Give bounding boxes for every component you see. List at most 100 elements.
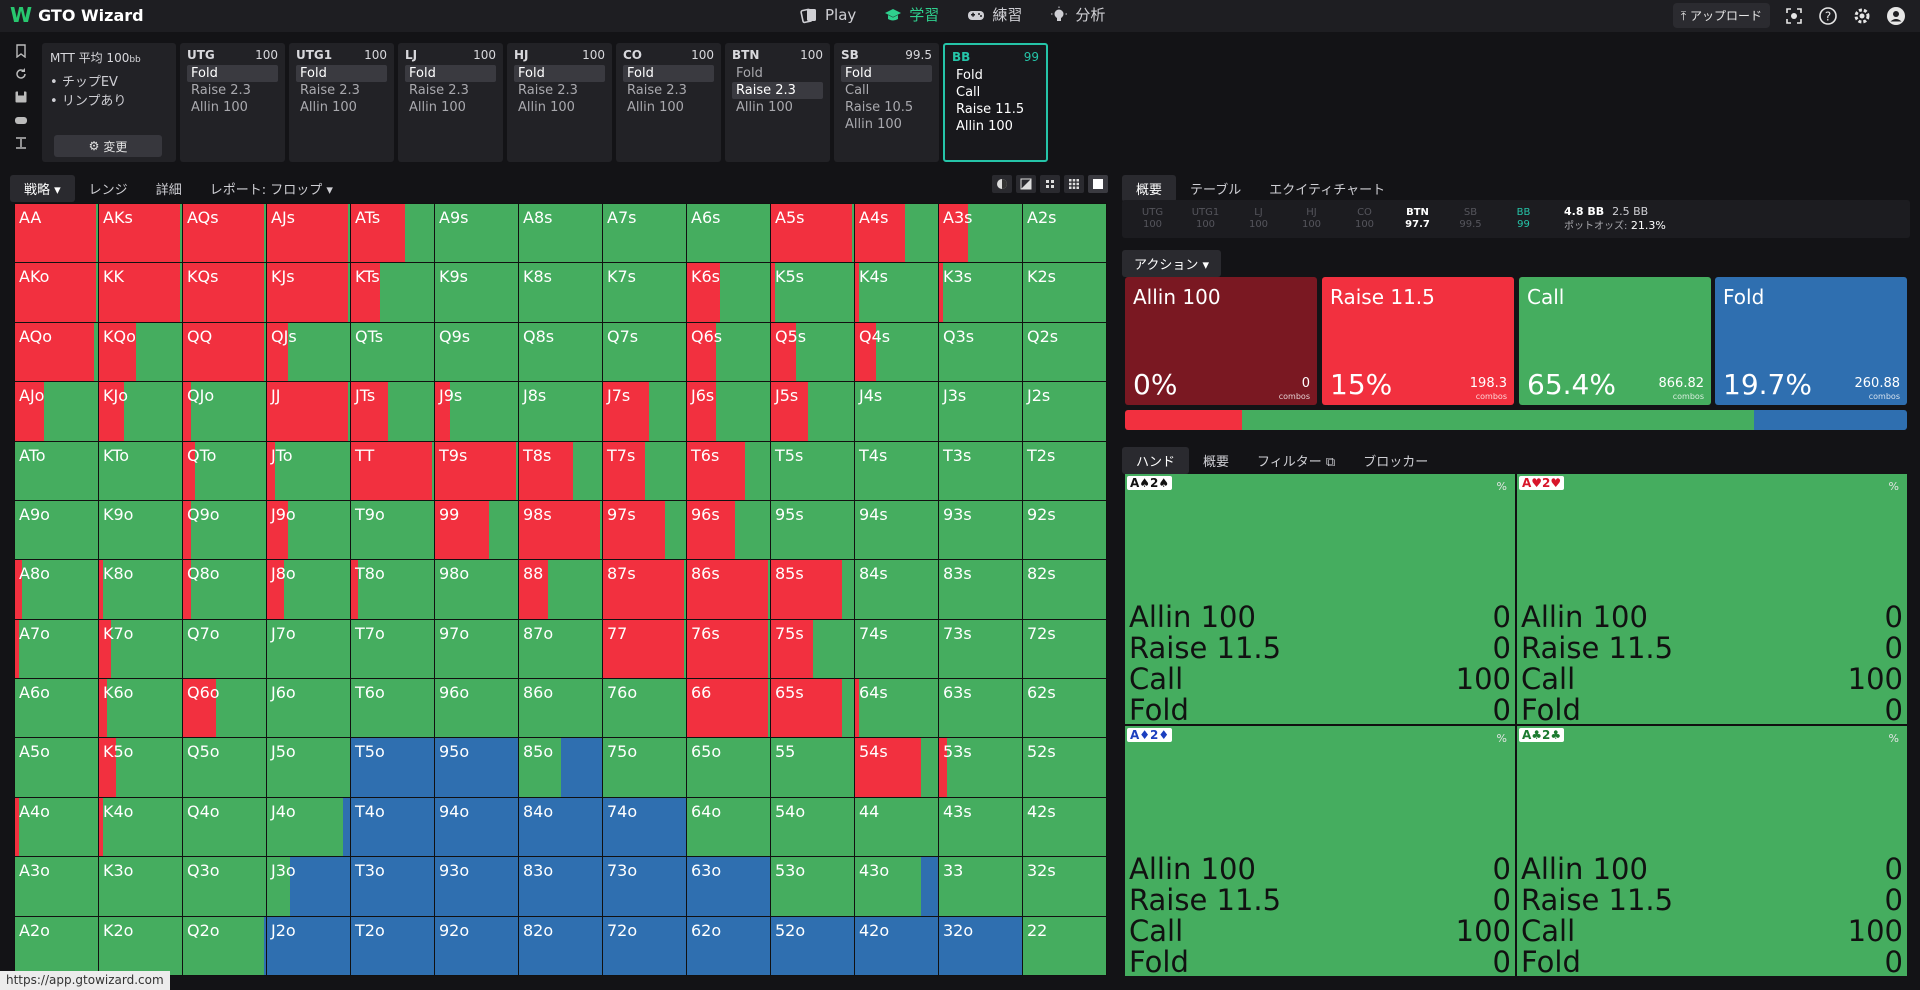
hand-cell[interactable]: Q8o (183, 560, 266, 619)
position-card-co[interactable]: CO 100 Fold Raise 2.3 Allin 100 (616, 43, 721, 162)
hand-cell[interactable]: 62o (687, 916, 770, 975)
hand-cell[interactable]: A9o (15, 500, 98, 560)
position-action[interactable]: Allin 100 (623, 99, 714, 116)
hand-cell[interactable]: K9o (99, 500, 182, 560)
hand-cell[interactable]: 66 (687, 679, 770, 738)
hand-cell[interactable]: A9s (435, 204, 518, 263)
hand-cell[interactable]: J9s (435, 382, 518, 441)
hand-cell[interactable]: AQs (183, 204, 266, 263)
position-action[interactable]: Fold (405, 65, 496, 82)
tab-table[interactable]: テーブル (1176, 175, 1255, 202)
position-action[interactable]: Call (841, 82, 932, 99)
hand-cell[interactable]: J2s (1023, 382, 1106, 441)
hand-cell[interactable]: JTo (267, 441, 350, 500)
logo[interactable]: W GTO Wizard (10, 5, 144, 25)
hand-cell[interactable]: 52o (771, 916, 854, 975)
position-action[interactable]: Allin 100 (952, 118, 1039, 135)
hand-cell[interactable]: 86s (687, 560, 770, 619)
hand-cell[interactable]: J2o (267, 916, 350, 975)
hand-cell[interactable]: K7o (99, 619, 182, 679)
hand-cell[interactable]: 33 (939, 857, 1022, 916)
hand-cell[interactable]: 53o (771, 857, 854, 916)
action-card[interactable]: Allin 100 0% 0 combos (1125, 277, 1317, 405)
hand-cell[interactable]: Q9s (435, 322, 518, 382)
hand-cell[interactable]: 96s (687, 500, 770, 560)
hand-cell[interactable]: T2s (1023, 441, 1106, 500)
hand-cell[interactable]: Q8s (519, 322, 602, 382)
grid-icon[interactable] (1064, 175, 1084, 193)
tab-hands[interactable]: ハンド (1122, 447, 1190, 474)
hand-cell[interactable]: QTo (183, 441, 266, 500)
hand-cell[interactable]: T5o (351, 738, 434, 797)
gamepad-icon[interactable] (14, 113, 28, 127)
hand-cell[interactable]: 44 (855, 797, 938, 857)
hand-cell[interactable]: 42s (1023, 797, 1106, 857)
hand-cell[interactable]: Q5s (771, 322, 854, 382)
hand-cell[interactable]: 63s (939, 679, 1022, 738)
hand-cell[interactable]: A3s (939, 204, 1022, 263)
hand-cell[interactable]: A6s (687, 204, 770, 263)
hand-cell[interactable]: 94s (855, 500, 938, 560)
hand-cell[interactable]: 42o (855, 916, 938, 975)
hand-cell[interactable]: Q2o (183, 916, 266, 975)
change-settings-button[interactable]: ⚙ 変更 (54, 135, 162, 157)
hand-cell[interactable]: 97s (603, 500, 686, 560)
position-action[interactable]: Fold (623, 65, 714, 82)
hand-cell[interactable]: 92s (1023, 500, 1106, 560)
percent-toggle[interactable]: % (1497, 480, 1507, 493)
position-action[interactable]: Raise 2.3 (732, 82, 823, 99)
hand-cell[interactable]: T9o (351, 500, 434, 560)
hand-cell[interactable]: 65s (771, 679, 854, 738)
combo-card[interactable]: A♦2♦% Allin 100 0 Raise 11.5 0 Call 100 Fold 0 (1125, 726, 1515, 978)
hand-cell[interactable]: A6o (15, 679, 98, 738)
hand-cell[interactable]: T9s (435, 441, 518, 500)
hand-cell[interactable]: T8o (351, 560, 434, 619)
nav-play[interactable]: Play (800, 4, 856, 25)
position-card-hj[interactable]: HJ 100 Fold Raise 2.3 Allin 100 (507, 43, 612, 162)
hand-cell[interactable]: 85o (519, 738, 602, 797)
tab-summary[interactable]: 概要 (1189, 447, 1243, 474)
hand-cell[interactable]: Q5o (183, 738, 266, 797)
hand-cell[interactable]: KTo (99, 441, 182, 500)
position-action[interactable]: Allin 100 (732, 99, 823, 116)
hand-cell[interactable]: 73o (603, 857, 686, 916)
position-card-btn[interactable]: BTN 100 Fold Raise 2.3 Allin 100 (725, 43, 830, 162)
hand-cell[interactable]: 92o (435, 916, 518, 975)
hand-cell[interactable]: J6o (267, 679, 350, 738)
action-card[interactable]: Fold 19.7% 260.88 combos (1715, 277, 1907, 405)
hand-cell[interactable]: 77 (603, 619, 686, 679)
upload-button[interactable]: ⤒ アップロード (1672, 3, 1770, 28)
hand-cell[interactable]: A5s (771, 204, 854, 263)
nav-analyze[interactable]: 分析 (1050, 4, 1105, 25)
gear-icon[interactable] (1852, 6, 1872, 26)
hand-cell[interactable]: 86o (519, 679, 602, 738)
hand-cell[interactable]: AJo (15, 382, 98, 441)
contrast-icon[interactable] (1016, 175, 1036, 193)
hand-cell[interactable]: K6o (99, 679, 182, 738)
hand-cell[interactable]: AKo (15, 263, 98, 322)
hand-cell[interactable]: A8o (15, 560, 98, 619)
hand-cell[interactable]: KK (99, 263, 182, 322)
combo-card[interactable]: A♠2♠% Allin 100 0 Raise 11.5 0 Call 100 Fold 0 (1125, 474, 1515, 726)
position-action[interactable]: Allin 100 (841, 116, 932, 133)
hand-cell[interactable]: T6s (687, 441, 770, 500)
nav-study[interactable]: 学習 (884, 4, 939, 25)
position-card-utg[interactable]: UTG 100 Fold Raise 2.3 Allin 100 (180, 43, 285, 162)
hand-cell[interactable]: 95s (771, 500, 854, 560)
small-grid-icon[interactable] (1040, 175, 1060, 193)
hand-cell[interactable]: 83o (519, 857, 602, 916)
hand-cell[interactable]: K8o (99, 560, 182, 619)
hand-cell[interactable]: AQo (15, 322, 98, 382)
position-action[interactable]: Fold (841, 65, 932, 82)
save-icon[interactable] (14, 90, 28, 104)
hand-cell[interactable]: T7o (351, 619, 434, 679)
action-card[interactable]: Call 65.4% 866.82 combos (1519, 277, 1711, 405)
hand-cell[interactable]: K4s (855, 263, 938, 322)
hand-cell[interactable]: A4s (855, 204, 938, 263)
hand-cell[interactable]: A5o (15, 738, 98, 797)
tab-equity-chart[interactable]: エクイティチャート (1255, 175, 1399, 202)
hand-cell[interactable]: 98s (519, 500, 602, 560)
hand-cell[interactable]: 84s (855, 560, 938, 619)
hand-cell[interactable]: J6s (687, 382, 770, 441)
hand-cell[interactable]: K3s (939, 263, 1022, 322)
